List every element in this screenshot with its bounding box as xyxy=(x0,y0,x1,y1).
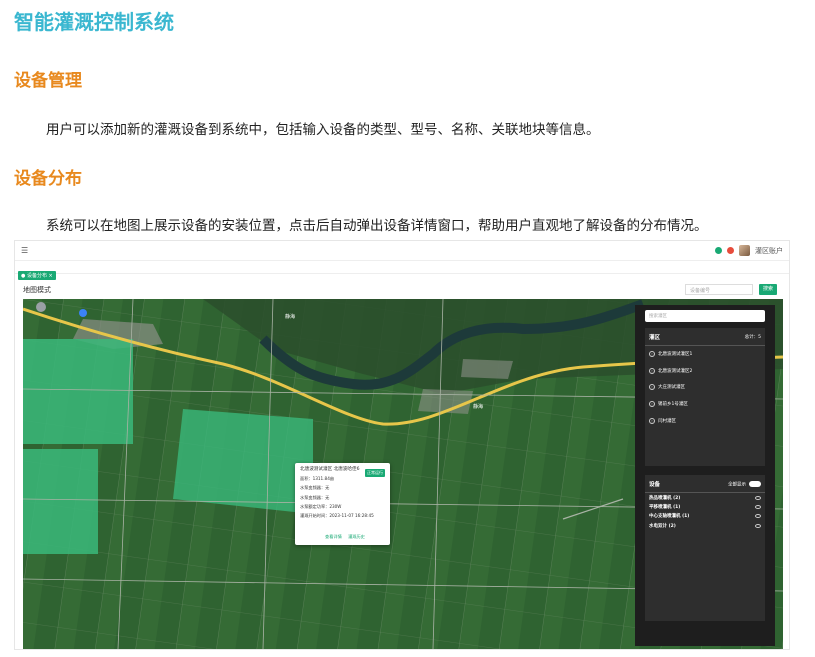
popup-row: 水泵变频器：无 xyxy=(300,494,330,500)
map-label: 静海 xyxy=(473,404,484,410)
notification-badge xyxy=(727,247,734,254)
eye-icon[interactable] xyxy=(755,505,761,510)
device-item[interactable]: 中心支轴喷灌机 (1) xyxy=(645,512,765,521)
device-detail-popup: 北唐波测试灌区 北唐波哈佳6 正常运行 面积：1311.84亩 水泵变频器：无 … xyxy=(295,463,390,545)
zone-icon: ○ xyxy=(649,384,655,391)
zone-list-title: 灌区 xyxy=(649,335,661,341)
avatar[interactable] xyxy=(739,245,750,256)
popup-links: 查看详情 灌溉历史 xyxy=(325,534,370,540)
show-all-toggle[interactable] xyxy=(749,480,761,487)
device-label: 热品喷灌机 (2) xyxy=(649,495,681,501)
map-mode-label: 地图模式 xyxy=(23,286,51,294)
device-label: 中心支轴喷灌机 (1) xyxy=(649,514,690,520)
popup-row: 水泵额定功率：230W xyxy=(300,503,342,509)
popup-row: 面积：1311.84亩 xyxy=(300,476,335,482)
device-item[interactable]: 平移喷灌机 (1) xyxy=(645,502,765,511)
section-text-device-distribution: 系统可以在地图上展示设备的安装位置，点击后自动弹出设备详情窗口，帮助用户直观地了… xyxy=(46,218,708,234)
satellite-map[interactable]: 静海 静海 北唐波测试灌区 北唐波哈佳6 正常运行 面积：1311.84亩 水泵… xyxy=(23,299,783,649)
zone-icon: ○ xyxy=(649,401,655,408)
tab-bar: ● 设备分布 × xyxy=(15,262,789,280)
device-list-header: 设备 全部显示 xyxy=(645,475,765,493)
zone-icon: ○ xyxy=(649,417,655,424)
zone-item[interactable]: ○ 锡前乡1号灌区 xyxy=(645,396,765,413)
zone-label: 闫村灌区 xyxy=(658,418,676,424)
zone-item[interactable]: ○ 北唐波测试灌区2 xyxy=(645,363,765,380)
show-all-label: 全部显示 xyxy=(728,482,746,488)
section-heading-device-distribution: 设备分布 xyxy=(14,169,82,189)
search-button[interactable]: 搜索 xyxy=(759,284,777,295)
section-heading-device-management: 设备管理 xyxy=(14,71,82,91)
popup-title: 北唐波测试灌区 北唐波哈佳6 xyxy=(300,467,360,472)
device-label: 水电双计 (2) xyxy=(649,523,676,529)
eye-icon[interactable] xyxy=(755,495,761,500)
user-name[interactable]: 灌区账户 xyxy=(755,246,783,256)
zone-label: 北唐波测试灌区2 xyxy=(658,368,693,374)
zone-total: 总计：5 xyxy=(744,335,761,340)
menu-icon[interactable]: ☰ xyxy=(21,246,28,255)
document-title: 智能灌溉控制系统 xyxy=(14,10,174,34)
popup-row: 水泵变频器：无 xyxy=(300,485,330,491)
zone-device-panel: 搜索灌区 灌区 总计：5 ○ 北唐波测试灌区1 ○ 北唐波测试灌区2 ○ 大庄测试灌区… xyxy=(635,305,775,646)
bell-icon[interactable] xyxy=(715,247,722,254)
device-list-card: 设备 全部显示 热品喷灌机 (2) 平移喷灌机 (1) 中心支轴喷灌机 (1) … xyxy=(645,475,765,621)
eye-icon[interactable] xyxy=(755,514,761,519)
app-screenshot: ☰ 灌区账户 ● 设备分布 × 地图模式 设备编号 搜索 静海 静海 北唐波测试… xyxy=(14,240,790,650)
device-item[interactable]: 水电双计 (2) xyxy=(645,521,765,530)
irrigation-history-link[interactable]: 灌溉历史 xyxy=(348,534,365,539)
zone-list-card: 灌区 总计：5 ○ 北唐波测试灌区1 ○ 北唐波测试灌区2 ○ 大庄测试灌区 ○ 锡前乡… xyxy=(645,328,765,466)
status-badge: 正常运行 xyxy=(365,469,385,477)
zone-list-header: 灌区 总计：5 xyxy=(645,328,765,346)
zone-item[interactable]: ○ 闫村灌区 xyxy=(645,412,765,429)
zone-icon: ○ xyxy=(649,351,655,358)
device-search-input[interactable]: 设备编号 xyxy=(685,284,753,295)
app-topbar: ☰ 灌区账户 xyxy=(15,241,789,261)
zone-item[interactable]: ○ 大庄测试灌区 xyxy=(645,379,765,396)
eye-icon[interactable] xyxy=(755,523,761,528)
zone-label: 大庄测试灌区 xyxy=(658,385,685,391)
device-list-title: 设备 xyxy=(649,482,661,488)
map-label: 静海 xyxy=(285,314,296,320)
zone-icon: ○ xyxy=(649,367,655,374)
view-details-link[interactable]: 查看详情 xyxy=(325,534,342,539)
zone-label: 北唐波测试灌区1 xyxy=(658,352,693,358)
zone-search-input[interactable]: 搜索灌区 xyxy=(645,310,765,322)
map-toolbar: 地图模式 设备编号 搜索 xyxy=(15,279,789,299)
device-item[interactable]: 热品喷灌机 (2) xyxy=(645,493,765,502)
zone-label: 锡前乡1号灌区 xyxy=(658,402,688,408)
section-text-device-management: 用户可以添加新的灌溉设备到系统中，包括输入设备的类型、型号、名称、关联地块等信息… xyxy=(46,122,600,138)
zone-item[interactable]: ○ 北唐波测试灌区1 xyxy=(645,346,765,363)
device-label: 平移喷灌机 (1) xyxy=(649,505,681,511)
popup-row: 灌溉开始时间：2023-11-07 16:28:45 xyxy=(300,512,374,518)
